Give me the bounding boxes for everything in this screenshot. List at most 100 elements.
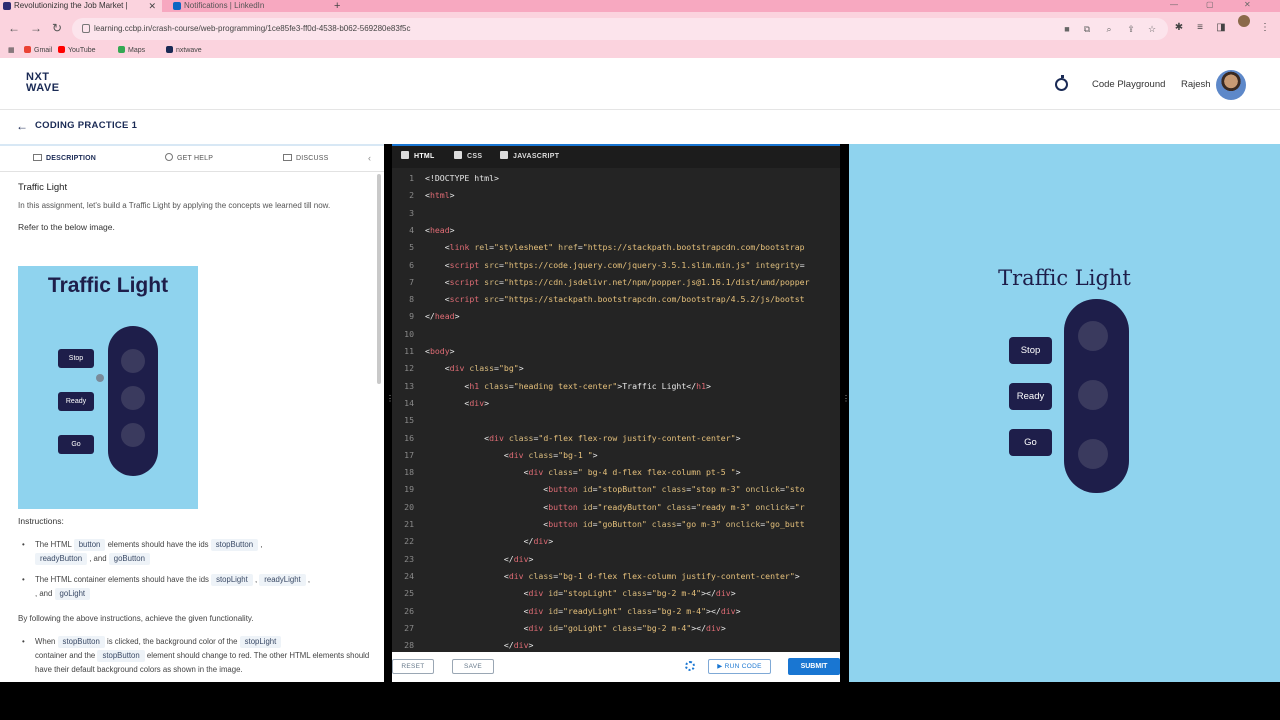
bookmark-youtube[interactable]: YouTube <box>58 44 96 58</box>
code-line[interactable]: 6 <script src = "https://code.jquery.com/j… <box>392 257 840 274</box>
code-playground-link[interactable]: Code Playground <box>1092 78 1165 92</box>
address-bar[interactable]: learning.ccbp.in/crash-course/web-progra… <box>72 18 1168 40</box>
code-line[interactable]: 17 <div class="bg-1 "> <box>392 447 840 464</box>
code-tag: stopButton <box>97 650 145 662</box>
code-line[interactable]: 25 <div id="stopLight" class="bg-2 m-4">… <box>392 585 840 602</box>
logo-line2: WAVE <box>26 82 60 94</box>
code-token: < <box>425 276 450 287</box>
maximize-icon[interactable]: ▢ <box>1206 0 1214 10</box>
apps-icon[interactable]: ▦ <box>8 44 15 58</box>
code-tag: goLight <box>54 588 91 600</box>
bookmark-nxtwave[interactable]: nxtwave <box>166 44 202 58</box>
code-line[interactable]: 13 <h1 class="heading text-center">Traff… <box>392 378 840 395</box>
code-line[interactable]: 16 <div class="d-flex flex-row justify-c… <box>392 430 840 447</box>
description-scrollbar[interactable] <box>377 174 381 384</box>
back-arrow-icon[interactable]: ← <box>16 119 28 133</box>
code-line[interactable]: 1 <!DOCTYPE html> <box>392 170 840 187</box>
code-line[interactable]: 23 </div> <box>392 551 840 568</box>
code-line[interactable]: 14 <div> <box>392 395 840 412</box>
nxtwave-logo[interactable]: NXT WAVE <box>26 72 60 94</box>
code-token: id <box>582 519 593 529</box>
code-line[interactable]: 24 <div class="bg-1 d-flex flex-column j… <box>392 568 840 585</box>
minimize-icon[interactable]: — <box>1170 0 1178 10</box>
code-tag: stopLight <box>239 636 282 648</box>
code-line[interactable]: 12 <div class="bg"> <box>392 360 840 377</box>
bookmark-gmail[interactable]: Gmail <box>24 44 52 58</box>
ready-button[interactable]: Ready <box>1009 383 1052 410</box>
code-token: > <box>548 536 554 547</box>
code-line[interactable]: 3 <box>392 205 840 222</box>
zoom-icon[interactable]: ⌕ <box>1102 22 1116 36</box>
user-name[interactable]: Rajesh <box>1181 78 1211 92</box>
code-line[interactable]: 11 <body> <box>392 343 840 360</box>
timer-icon[interactable] <box>1055 75 1068 91</box>
close-window-icon[interactable]: ✕ <box>1244 0 1251 10</box>
share-icon[interactable]: ⇪ <box>1124 22 1138 36</box>
code-token: "bg" <box>498 363 519 374</box>
code-token: div <box>528 605 544 616</box>
new-tab-button[interactable]: + <box>334 0 340 12</box>
code-token: h1 <box>696 380 707 391</box>
bookmark-star-icon[interactable]: ☆ <box>1145 22 1159 36</box>
save-button[interactable]: SAVE <box>452 659 494 674</box>
code-token: class <box>627 605 652 616</box>
code-line[interactable]: 5 <link rel="stylesheet" href="https://s… <box>392 239 840 256</box>
submit-button[interactable]: SUBMIT <box>788 658 840 675</box>
code-line[interactable]: 20 <button id="readyButton" class="ready… <box>392 499 840 516</box>
code-line[interactable]: 8 <script src="https://stackpath.bootstr… <box>392 291 840 308</box>
install-icon[interactable]: ⧉ <box>1080 22 1094 36</box>
forward-icon[interactable]: → <box>28 20 44 36</box>
code-token: div <box>513 640 529 651</box>
stop-button[interactable]: Stop <box>1009 337 1052 364</box>
browser-tab-active[interactable]: Revolutionizing the Job Market | ✕ <box>0 0 162 12</box>
line-number: 26 <box>404 605 414 616</box>
code-line[interactable]: 21 <button id="goButton" class="go m-3" … <box>392 516 840 533</box>
bottom-bar <box>0 682 1280 720</box>
sidepanel-icon[interactable]: ◨ <box>1214 21 1228 35</box>
browser-tab-linkedin[interactable]: Notifications | LinkedIn <box>170 0 330 12</box>
code-line[interactable]: 10 <box>392 326 840 343</box>
text: , <box>254 575 258 584</box>
browser-tab-label: Notifications | LinkedIn <box>184 1 265 10</box>
camera-icon[interactable]: ■ <box>1060 22 1074 36</box>
code-line[interactable]: 26 <div id="readyLight" class="bg-2 m-4"… <box>392 603 840 620</box>
go-button[interactable]: Go <box>1009 429 1052 456</box>
code-line[interactable]: 19 <button id="stopButton" class="stop m… <box>392 481 840 498</box>
run-code-button[interactable]: ▶ RUN CODE <box>708 659 771 674</box>
code-token: "d-flex flex-row justify-content-center" <box>538 432 736 443</box>
back-icon[interactable]: ← <box>6 20 22 36</box>
code-line[interactable]: 7 <script src="https://cdn.jsdelivr.net/… <box>392 274 840 291</box>
gear-icon[interactable] <box>685 661 695 671</box>
reload-icon[interactable]: ↻ <box>49 20 65 36</box>
reset-button[interactable]: RESET <box>392 659 434 674</box>
code-line[interactable]: 15 <box>392 412 840 429</box>
text: The HTML <box>35 540 72 549</box>
tab-get-help[interactable]: GET HELP <box>165 146 213 172</box>
code-line[interactable]: 27 <div id="goLight" class="bg-2 m-4"></… <box>392 620 840 637</box>
text: , <box>307 575 311 584</box>
code-line[interactable]: 4 <head> <box>392 222 840 239</box>
tab-discuss[interactable]: DISCUSS <box>283 146 329 172</box>
profile-icon[interactable] <box>1238 15 1250 27</box>
menu-icon[interactable]: ⋮ <box>1258 21 1272 35</box>
media-icon[interactable]: ≡ <box>1193 21 1207 35</box>
app: Revolutionizing the Job Market | ✕ Notif… <box>0 0 1280 720</box>
code-line[interactable]: 18 <div class=" bg-4 d-flex flex-column … <box>392 464 840 481</box>
code-token: script <box>449 259 480 270</box>
code-token: < <box>425 467 529 478</box>
extensions-icon[interactable]: ✱ <box>1172 21 1186 35</box>
tab-javascript[interactable]: JAVASCRIPT <box>500 146 559 168</box>
avatar[interactable] <box>1216 70 1246 100</box>
tab-css[interactable]: CSS <box>454 146 482 168</box>
code-token: id <box>548 588 559 599</box>
tab-description[interactable]: DESCRIPTION <box>33 146 96 172</box>
close-tab-icon[interactable]: ✕ <box>148 0 156 12</box>
code-line[interactable]: 2 <html> <box>392 187 840 204</box>
tab-html[interactable]: HTML <box>401 146 435 168</box>
bookmark-maps[interactable]: Maps <box>118 44 145 58</box>
code-line[interactable]: 22 </div> <box>392 533 840 550</box>
code-line[interactable]: 9 </head> <box>392 308 840 325</box>
code-token: "bg-2 m-4" <box>656 605 707 616</box>
code-line[interactable]: 28 </div> <box>392 637 840 652</box>
collapse-icon[interactable]: ‹ <box>368 153 371 163</box>
